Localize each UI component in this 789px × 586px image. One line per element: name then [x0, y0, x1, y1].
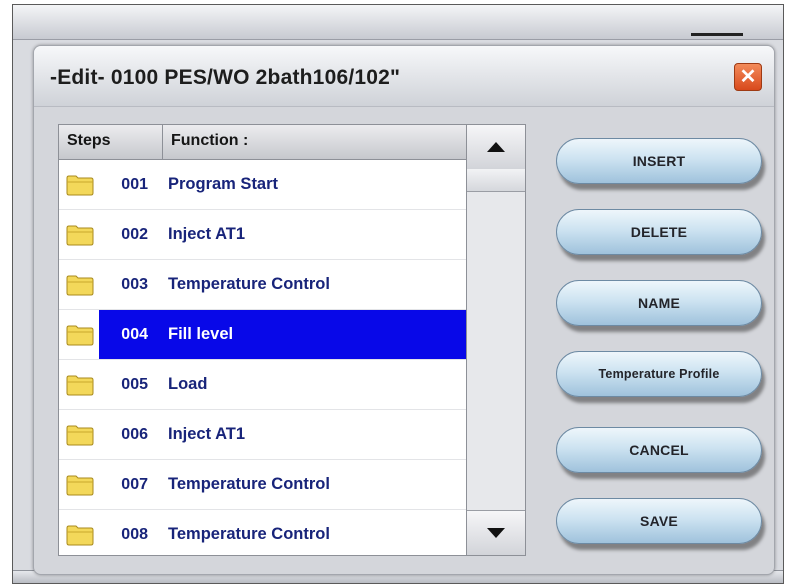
- table-row[interactable]: 004 Fill level: [59, 310, 467, 360]
- edit-dialog: -Edit- 0100 PES/WO 2bath106/102" ✕ Steps…: [33, 45, 775, 575]
- function-name: Temperature Control: [168, 275, 330, 293]
- close-button[interactable]: ✕: [734, 63, 762, 91]
- folder-icon: [66, 524, 94, 546]
- folder-icon: [66, 224, 94, 246]
- table-row[interactable]: 001 Program Start: [59, 160, 467, 210]
- function-name: Fill level: [168, 325, 234, 343]
- title-bar: -Edit- 0100 PES/WO 2bath106/102" ✕: [34, 46, 774, 107]
- function-name: Temperature Control: [168, 475, 330, 493]
- table-row[interactable]: 005 Load: [59, 360, 467, 410]
- step-number: 008: [121, 525, 148, 543]
- folder-icon: [66, 324, 94, 346]
- outer-window: -Edit- 0100 PES/WO 2bath106/102" ✕ Steps…: [12, 4, 784, 584]
- temperature-profile-button[interactable]: Temperature Profile: [556, 351, 762, 397]
- table-row[interactable]: 007 Temperature Control: [59, 460, 467, 510]
- save-button[interactable]: SAVE: [556, 498, 762, 544]
- function-name: Program Start: [168, 175, 279, 193]
- insert-button[interactable]: INSERT: [556, 138, 762, 184]
- function-name: Inject AT1: [168, 225, 246, 243]
- table-body: 001 Program Start 002 Inject AT1 003 Temperat…: [59, 160, 467, 555]
- table-row[interactable]: 002 Inject AT1: [59, 210, 467, 260]
- close-icon: ✕: [739, 66, 757, 88]
- table-row[interactable]: 003 Temperature Control: [59, 260, 467, 310]
- top-strip: [13, 5, 783, 40]
- down-arrow-icon: [487, 528, 505, 538]
- folder-icon: [66, 424, 94, 446]
- step-number: 003: [121, 275, 148, 293]
- folder-icon: [66, 174, 94, 196]
- step-number: 007: [121, 475, 148, 493]
- top-strip-line: [691, 33, 743, 36]
- delete-button[interactable]: DELETE: [556, 209, 762, 255]
- table-header: Steps Function :: [59, 125, 467, 160]
- function-name: Load: [168, 375, 208, 393]
- step-number: 005: [121, 375, 148, 393]
- table-row[interactable]: 006 Inject AT1: [59, 410, 467, 460]
- scroll-up-button[interactable]: [467, 125, 525, 170]
- folder-icon: [66, 374, 94, 396]
- folder-icon: [66, 474, 94, 496]
- scroll-down-button[interactable]: [467, 510, 525, 555]
- scroll-thumb[interactable]: [467, 169, 525, 192]
- selection-highlight: [99, 310, 467, 359]
- function-name: Temperature Control: [168, 525, 330, 543]
- cancel-button[interactable]: CANCEL: [556, 427, 762, 473]
- function-name: Inject AT1: [168, 425, 246, 443]
- step-number: 006: [121, 425, 148, 443]
- vertical-scrollbar[interactable]: [466, 125, 525, 555]
- folder-icon: [66, 274, 94, 296]
- steps-table: Steps Function : 001 Program Start 002 Inje…: [58, 124, 526, 556]
- dialog-title: -Edit- 0100 PES/WO 2bath106/102": [50, 66, 401, 89]
- name-button[interactable]: NAME: [556, 280, 762, 326]
- up-arrow-icon: [487, 142, 505, 152]
- column-header-function[interactable]: Function :: [163, 125, 467, 159]
- step-number: 001: [121, 175, 148, 193]
- step-number: 004: [121, 325, 148, 343]
- step-number: 002: [121, 225, 148, 243]
- column-header-steps[interactable]: Steps: [59, 125, 163, 159]
- table-row[interactable]: 008 Temperature Control: [59, 510, 467, 555]
